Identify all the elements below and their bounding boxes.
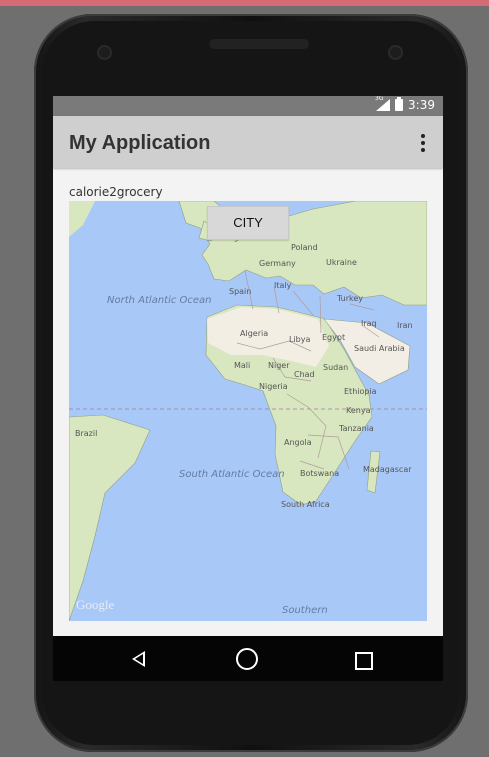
map-label-ukraine: Ukraine (326, 258, 357, 267)
map-label-nigeria: Nigeria (259, 382, 288, 391)
status-indicators: 3G 3:39 (375, 96, 435, 112)
network-type: 3G (375, 96, 384, 102)
app-bar: My Application (53, 116, 443, 168)
overflow-menu-button[interactable] (419, 134, 427, 152)
city-button[interactable]: CITY (207, 206, 289, 240)
map-label-spain: Spain (229, 287, 252, 296)
map-label-egypt: Egypt (322, 333, 346, 342)
back-icon[interactable] (127, 647, 151, 671)
map-label-ethiopia: Ethiopia (344, 387, 377, 396)
signal-icon: 3G (375, 96, 391, 111)
map-land-shapes (69, 201, 427, 621)
map-label-brazil: Brazil (75, 429, 98, 438)
map-label-niger: Niger (268, 361, 290, 370)
greenland-coast (69, 201, 95, 237)
map-label-turkey: Turkey (337, 294, 364, 303)
overflow-dot-icon (421, 134, 425, 138)
speaker-grille (209, 39, 309, 49)
overflow-dot-icon (421, 148, 425, 152)
map-label-mali: Mali (234, 361, 251, 370)
google-attribution: Google (76, 597, 115, 612)
map-label-chad: Chad (294, 370, 315, 379)
map-label-kenya: Kenya (346, 406, 371, 415)
map-label-angola: Angola (284, 438, 312, 447)
status-time: 3:39 (408, 98, 435, 112)
map-label-algeria: Algeria (240, 329, 269, 338)
status-bar: 3G 3:39 (53, 96, 443, 116)
map-label-iran: Iran (397, 321, 413, 330)
map-view[interactable]: Kingdom Poland Germany Ukraine Spain Ita… (69, 201, 427, 621)
app-subtitle: calorie2grocery (69, 185, 163, 199)
map-label-iraq: Iraq (361, 319, 377, 328)
map-label-tanzania: Tanzania (339, 424, 374, 433)
home-icon[interactable] (236, 648, 258, 670)
map-label-south-africa: South Africa (281, 500, 330, 509)
map-label-italy: Italy (274, 281, 292, 290)
map-label-germany: Germany (259, 259, 296, 268)
south-america (69, 414, 151, 621)
map-label-libya: Libya (289, 335, 311, 344)
ocean-label-south-atlantic: South Atlantic Ocean (179, 469, 285, 480)
overflow-dot-icon (421, 141, 425, 145)
android-navigation-bar (53, 636, 443, 681)
map-label-saudi-arabia: Saudi Arabia (354, 344, 405, 353)
ocean-label-north-atlantic: North Atlantic Ocean (107, 295, 212, 306)
map-label-sudan: Sudan (323, 363, 349, 372)
map-label-poland: Poland (291, 243, 318, 252)
app-title: My Application (69, 132, 211, 154)
battery-icon (395, 97, 404, 111)
map-label-botswana: Botswana (300, 469, 340, 478)
app-screen: 3G 3:39 My Application calorie2grocery K… (53, 96, 443, 681)
ocean-label-southern: Southern (282, 605, 328, 616)
browser-top-accent (0, 0, 489, 6)
recent-apps-icon[interactable] (355, 652, 373, 670)
camera-sensor-right (388, 45, 403, 60)
map-label-madagascar: Madagascar (363, 465, 412, 474)
camera-sensor-left (97, 45, 112, 60)
